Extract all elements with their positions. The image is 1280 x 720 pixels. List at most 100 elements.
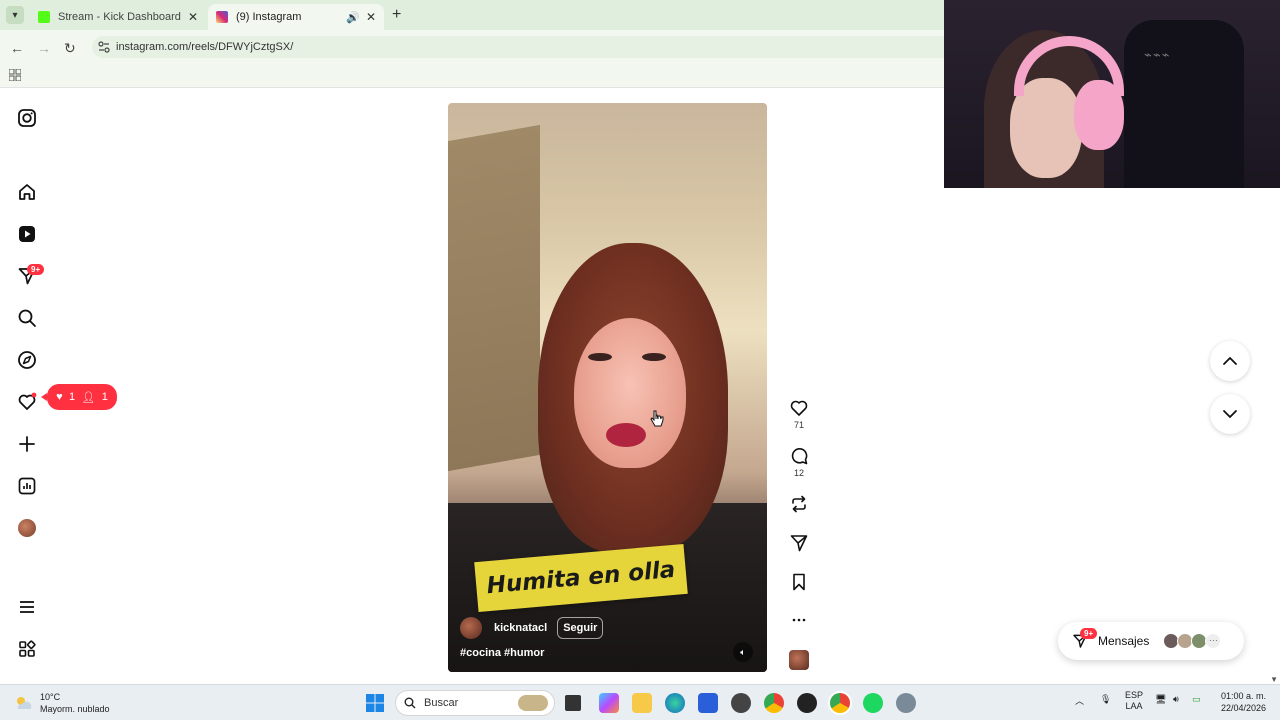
site-settings-icon[interactable]: [98, 41, 110, 53]
audio-thumbnail[interactable]: [789, 650, 809, 670]
new-tab-plus-icon[interactable]: +: [392, 6, 401, 24]
share-action[interactable]: [788, 533, 810, 553]
url-text: instagram.com/reels/DFWYjCztgSX/: [116, 41, 294, 53]
like-heart-icon[interactable]: [789, 398, 809, 418]
next-reel-button[interactable]: [1210, 394, 1250, 434]
spotify-icon[interactable]: [863, 693, 883, 713]
search-highlight-image: [518, 695, 548, 711]
input-language[interactable]: ESP LAA: [1125, 690, 1143, 712]
search-icon[interactable]: [17, 308, 37, 328]
copilot-icon[interactable]: [599, 693, 619, 713]
chair-logo-icon: ⌁⌁⌁: [1144, 48, 1171, 63]
tab-search-chevron-icon[interactable]: ▾: [6, 6, 24, 24]
reel-hashtags[interactable]: #cocina #humor: [460, 647, 544, 659]
edge-browser-icon[interactable]: [665, 693, 685, 713]
network-monitor-icon[interactable]: 🖥︎: [1155, 694, 1166, 705]
dashboard-chart-icon[interactable]: [17, 476, 37, 496]
forward-arrow-icon[interactable]: →: [37, 40, 51, 56]
chevron-up-icon: [1223, 357, 1237, 365]
tab-close-icon[interactable]: ✕: [188, 10, 198, 24]
gaming-chair: [1124, 20, 1244, 188]
layout-code: LAA: [1125, 701, 1143, 711]
chrome-icon[interactable]: [764, 693, 784, 713]
cloudy-weather-icon: [17, 697, 32, 709]
instagram-favicon-icon: [216, 11, 228, 23]
more-menu-icon[interactable]: [17, 597, 37, 617]
like-count: 71: [793, 420, 804, 430]
video-subject-eye: [642, 353, 666, 361]
volume-icon[interactable]: 🔊︎: [1173, 694, 1179, 705]
save-action[interactable]: [788, 572, 810, 592]
notifications-heart-icon[interactable]: [17, 392, 37, 412]
author-username[interactable]: kicknatacl: [494, 622, 547, 634]
reload-icon[interactable]: ↻: [64, 40, 76, 57]
tab-title: (9) Instagram: [236, 11, 302, 23]
lang-code: ESP: [1125, 690, 1144, 700]
recent-contacts-avatars: ···: [1163, 633, 1222, 649]
url-bar[interactable]: instagram.com/reels/DFWYjCztgSX/: [92, 36, 944, 58]
battery-icon[interactable]: ▭: [1192, 694, 1201, 705]
follow-count: 1: [101, 391, 108, 403]
more-dots-icon[interactable]: [789, 610, 809, 630]
messages-button[interactable]: 9+ Mensajes ···: [1058, 622, 1244, 660]
bookmarks-bar: [0, 64, 944, 88]
profile-avatar[interactable]: [18, 519, 36, 537]
hand-cursor-icon: [650, 410, 664, 427]
author-avatar[interactable]: [460, 617, 482, 639]
also-from-meta-icon[interactable]: [17, 639, 37, 659]
create-plus-icon[interactable]: [17, 434, 37, 454]
settings-gear-icon[interactable]: [896, 693, 916, 713]
instagram-logo-icon[interactable]: [17, 108, 37, 128]
video-subject-lips: [606, 423, 646, 447]
follow-button[interactable]: Seguir: [557, 617, 604, 639]
share-paper-plane-icon[interactable]: [789, 533, 809, 553]
windows-taskbar: 10°C Mayorm. nublado Buscar ︿ 🎙︎ ESP LAA…: [0, 684, 1280, 720]
comment-action[interactable]: 12: [788, 446, 810, 478]
back-arrow-icon[interactable]: ←: [10, 40, 24, 56]
webcam-overlay: ⌁⌁⌁: [944, 0, 1280, 188]
audio-speaker-icon[interactable]: 🔈︎: [733, 642, 753, 662]
windows-start-icon[interactable]: [365, 693, 385, 713]
microsoft-store-icon[interactable]: [698, 693, 718, 713]
taskbar-search-icon: [404, 697, 416, 709]
more-contacts-dots-icon: ···: [1205, 633, 1222, 649]
explore-compass-icon[interactable]: [17, 350, 37, 370]
speaker-icon[interactable]: 🔊: [346, 11, 360, 24]
reels-icon[interactable]: [17, 224, 37, 244]
apps-grid-icon[interactable]: [9, 69, 21, 81]
tab-close-icon[interactable]: ✕: [366, 10, 376, 24]
file-explorer-icon[interactable]: [632, 693, 652, 713]
microphone-icon[interactable]: 🎙︎: [1100, 694, 1111, 705]
comment-bubble-icon[interactable]: [789, 446, 809, 466]
chrome-profile-icon[interactable]: [830, 693, 850, 713]
weather-widget[interactable]: 10°C Mayorm. nublado: [14, 691, 110, 715]
repost-icon[interactable]: [789, 494, 809, 514]
chevron-down-icon: [1223, 410, 1237, 418]
reel-author: kicknatacl Seguir: [460, 617, 604, 639]
messages-badge: 9+: [1080, 628, 1098, 639]
show-hidden-icons-chevron-icon[interactable]: ︿: [1075, 694, 1084, 707]
bookmark-icon[interactable]: [789, 572, 809, 592]
activity-popup[interactable]: ♥ 1 👤︎ 1: [41, 384, 117, 410]
scroll-down-arrow-icon[interactable]: ▼: [1270, 675, 1278, 684]
like-action[interactable]: 71: [788, 398, 810, 430]
tab-instagram[interactable]: (9) Instagram 🔊 ✕: [208, 4, 384, 30]
follower-person-icon: 👤︎: [81, 391, 96, 404]
reel-video[interactable]: Humita en olla kicknatacl Seguir #cocina…: [448, 103, 767, 672]
clock-time: 01:00 a. m.: [1220, 691, 1266, 701]
task-view-icon[interactable]: [565, 695, 581, 711]
weather-desc: Mayorm. nublado: [40, 704, 110, 714]
kick-favicon-icon: [38, 11, 50, 23]
taskbar-search[interactable]: Buscar: [395, 690, 555, 716]
messages-count-badge: 9+: [27, 264, 45, 275]
tab-kick-dashboard[interactable]: Stream - Kick Dashboard ✕: [30, 4, 206, 30]
app-cube-icon[interactable]: [731, 693, 751, 713]
previous-reel-button[interactable]: [1210, 341, 1250, 381]
more-options-action[interactable]: [788, 610, 810, 630]
obs-studio-icon[interactable]: [797, 693, 817, 713]
repost-action[interactable]: [788, 494, 810, 514]
like-notif-heart-icon: ♥: [56, 391, 63, 403]
home-icon[interactable]: [17, 182, 37, 202]
weather-temp: 10°C: [40, 692, 61, 702]
system-clock[interactable]: 01:00 a. m. 22/04/2026: [1221, 690, 1266, 714]
